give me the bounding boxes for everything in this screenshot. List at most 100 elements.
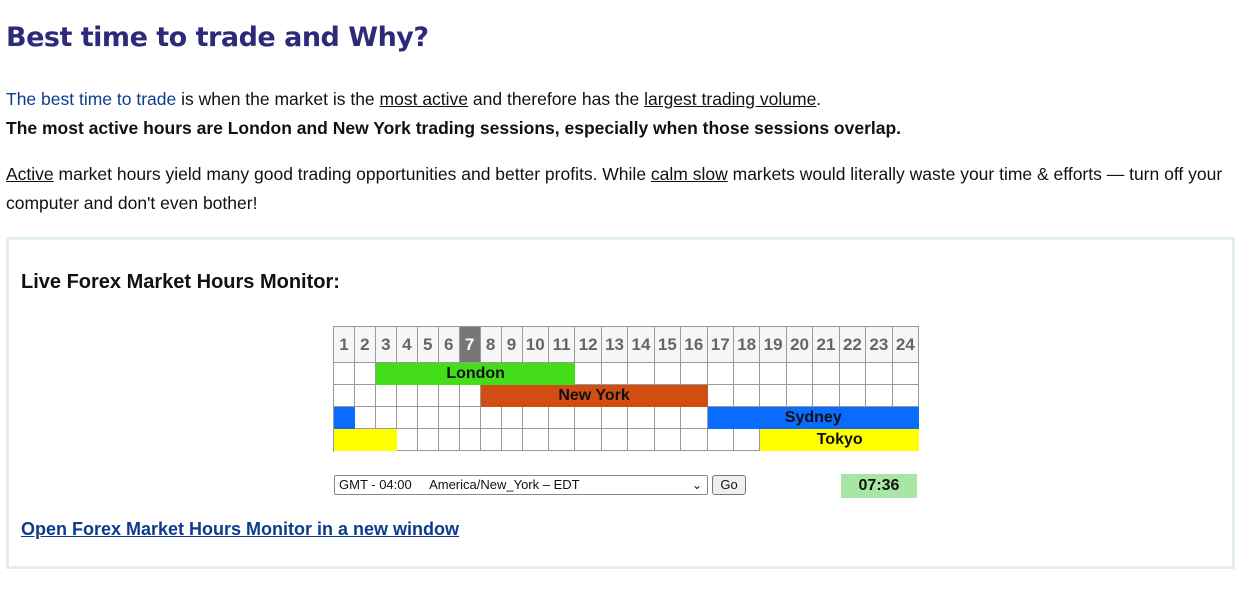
session-bar-sydney-wrap [334, 407, 355, 429]
grid-cell [438, 385, 460, 407]
grid-cell [601, 407, 629, 429]
intro-text-3: . [816, 89, 822, 109]
hour-header-12: 12 [575, 327, 602, 363]
hour-header-6: 6 [438, 327, 460, 363]
grid-cell [575, 407, 602, 429]
grid-cell [760, 385, 787, 407]
grid-cell [654, 429, 682, 451]
hour-header-3: 3 [375, 327, 397, 363]
grid-cell [417, 407, 439, 429]
hour-header-8: 8 [480, 327, 502, 363]
session-bar-sydney: Sydney [707, 407, 919, 429]
intro-paragraph: The best time to trade is when the marke… [6, 88, 821, 110]
hour-header-19: 19 [760, 327, 787, 363]
go-button[interactable]: Go [712, 475, 746, 495]
chevron-down-icon: ⌄ [691, 478, 702, 492]
most-active-link[interactable]: most active [380, 89, 469, 109]
grid-cell [459, 385, 481, 407]
grid-cell [601, 363, 629, 385]
grid-cell [417, 385, 439, 407]
hour-header-15: 15 [654, 327, 682, 363]
para-text-1: market hours yield many good trading opp… [53, 164, 651, 184]
grid-cell [354, 407, 376, 429]
grid-cell [892, 363, 919, 385]
grid-cell [733, 429, 761, 451]
grid-cell [522, 429, 549, 451]
grid-cell [438, 407, 460, 429]
grid-cell [839, 385, 867, 407]
hour-header-10: 10 [522, 327, 549, 363]
largest-volume-link[interactable]: largest trading volume [644, 89, 816, 109]
grid-cell [628, 407, 655, 429]
session-bar-london: London [375, 363, 576, 385]
hour-header-22: 22 [839, 327, 867, 363]
market-hours-grid: 1 2 3 4 5 6 7 8 9 10 11 12 13 14 15 16 17 18 19 20 21 22 23 24 L… [333, 326, 919, 452]
grid-cell [813, 363, 840, 385]
grid-cell [654, 407, 682, 429]
grid-cell [548, 429, 576, 451]
page-title: Best time to trade and Why? [6, 22, 429, 53]
grid-cell [396, 385, 418, 407]
grid-cell [628, 363, 655, 385]
grid-cell [866, 363, 893, 385]
grid-cell [681, 407, 708, 429]
grid-cell [375, 407, 397, 429]
active-hours-paragraph: Active market hours yield many good trad… [6, 160, 1236, 218]
grid-cell [522, 407, 549, 429]
hour-header-24: 24 [892, 327, 919, 363]
hour-header-16: 16 [681, 327, 708, 363]
session-bar-new-york: New York [480, 385, 708, 407]
grid-cell [459, 407, 481, 429]
grid-cell [396, 429, 418, 451]
grid-cell [813, 385, 840, 407]
hour-header-17: 17 [707, 327, 734, 363]
grid-cell [707, 385, 734, 407]
hour-header-21: 21 [813, 327, 840, 363]
hour-header-2: 2 [354, 327, 376, 363]
grid-cell [459, 429, 481, 451]
grid-cell [681, 429, 708, 451]
grid-cell [354, 385, 376, 407]
grid-cell [354, 363, 376, 385]
timezone-value: GMT - 04:00 America/New_York – EDT [339, 477, 580, 492]
intro-text-1: is when the market is the [176, 89, 380, 109]
hour-header-5: 5 [417, 327, 439, 363]
hour-header-20: 20 [786, 327, 814, 363]
timezone-select[interactable]: GMT - 04:00 America/New_York – EDT ⌄ [334, 475, 708, 495]
grid-cell [334, 385, 355, 407]
grid-cell [375, 385, 397, 407]
grid-cell [548, 407, 576, 429]
session-bar-tokyo: Tokyo [760, 429, 919, 451]
intro-highlight: The best time to trade [6, 89, 177, 109]
hour-header-23: 23 [866, 327, 893, 363]
grid-cell [396, 407, 418, 429]
market-hours-panel: Live Forex Market Hours Monitor: 1234567… [6, 237, 1235, 569]
grid-cell [628, 429, 655, 451]
grid-cell [786, 363, 814, 385]
intro-text-2: and therefore has the [468, 89, 645, 109]
bold-statement: The most active hours are London and New… [6, 118, 902, 138]
grid-cell [334, 363, 355, 385]
grid-cell [601, 429, 629, 451]
hour-header-7: 7 [459, 327, 481, 363]
grid-cell [654, 363, 682, 385]
hour-header-14: 14 [628, 327, 655, 363]
grid-cell [733, 385, 761, 407]
active-link[interactable]: Active [6, 164, 54, 184]
grid-cell [575, 429, 602, 451]
hour-header-9: 9 [501, 327, 523, 363]
grid-cell [575, 363, 602, 385]
hour-header-11: 11 [548, 327, 576, 363]
grid-cell [866, 385, 893, 407]
grid-cell [786, 385, 814, 407]
grid-cell [417, 429, 439, 451]
grid-cell [760, 363, 787, 385]
grid-cell [480, 407, 502, 429]
grid-cell [501, 429, 523, 451]
hour-header-1: 1 [334, 327, 355, 363]
grid-cell [733, 363, 761, 385]
monitor-title: Live Forex Market Hours Monitor: [21, 271, 340, 293]
grid-cell [707, 363, 734, 385]
open-monitor-link[interactable]: Open Forex Market Hours Monitor in a new… [21, 519, 459, 540]
calm-slow-link[interactable]: calm slow [651, 164, 728, 184]
